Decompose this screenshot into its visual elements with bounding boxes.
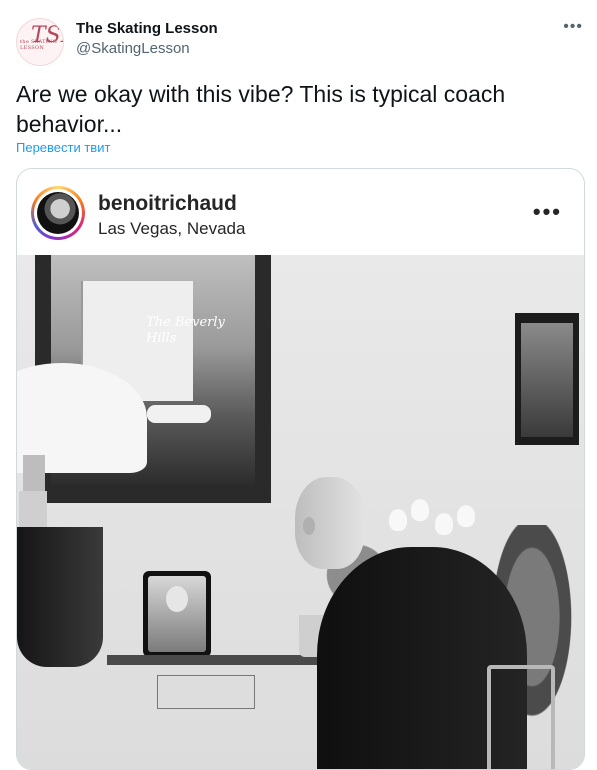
device-box bbox=[157, 675, 255, 709]
poster-sign-text: The Beverly Hills bbox=[146, 315, 225, 346]
instagram-more-icon[interactable]: ••• bbox=[533, 199, 562, 225]
instagram-location[interactable]: Las Vegas, Nevada bbox=[98, 219, 245, 239]
tweet-text: Are we okay with this vibe? This is typi… bbox=[16, 81, 506, 137]
story-ring[interactable] bbox=[31, 186, 85, 240]
more-options-icon[interactable]: ••• bbox=[563, 18, 583, 36]
translate-tweet-link[interactable]: Перевести твит bbox=[16, 140, 110, 155]
instagram-username[interactable]: benoitrichaud bbox=[98, 192, 237, 216]
author-handle[interactable]: @SkatingLesson bbox=[76, 40, 190, 58]
lamp-base bbox=[17, 527, 103, 667]
author-avatar[interactable]: TSL the SKATING LESSON bbox=[16, 18, 64, 66]
glass-table bbox=[107, 655, 327, 665]
chair bbox=[487, 665, 555, 769]
instagram-photo[interactable]: The Beverly Hills bbox=[17, 255, 584, 769]
embedded-instagram-media[interactable]: benoitrichaud Las Vegas, Nevada ••• The … bbox=[16, 168, 585, 770]
instagram-avatar bbox=[37, 192, 79, 234]
small-framed-poster bbox=[515, 313, 579, 445]
tweet: TSL the SKATING LESSON The Skating Lesso… bbox=[0, 0, 597, 770]
author-display-name[interactable]: The Skating Lesson bbox=[76, 20, 218, 38]
instagram-post-header: benoitrichaud Las Vegas, Nevada ••• bbox=[17, 169, 584, 255]
tablet-video-call bbox=[143, 571, 211, 657]
tulips bbox=[379, 499, 479, 549]
avatar-tagline: the SKATING LESSON bbox=[20, 39, 58, 51]
